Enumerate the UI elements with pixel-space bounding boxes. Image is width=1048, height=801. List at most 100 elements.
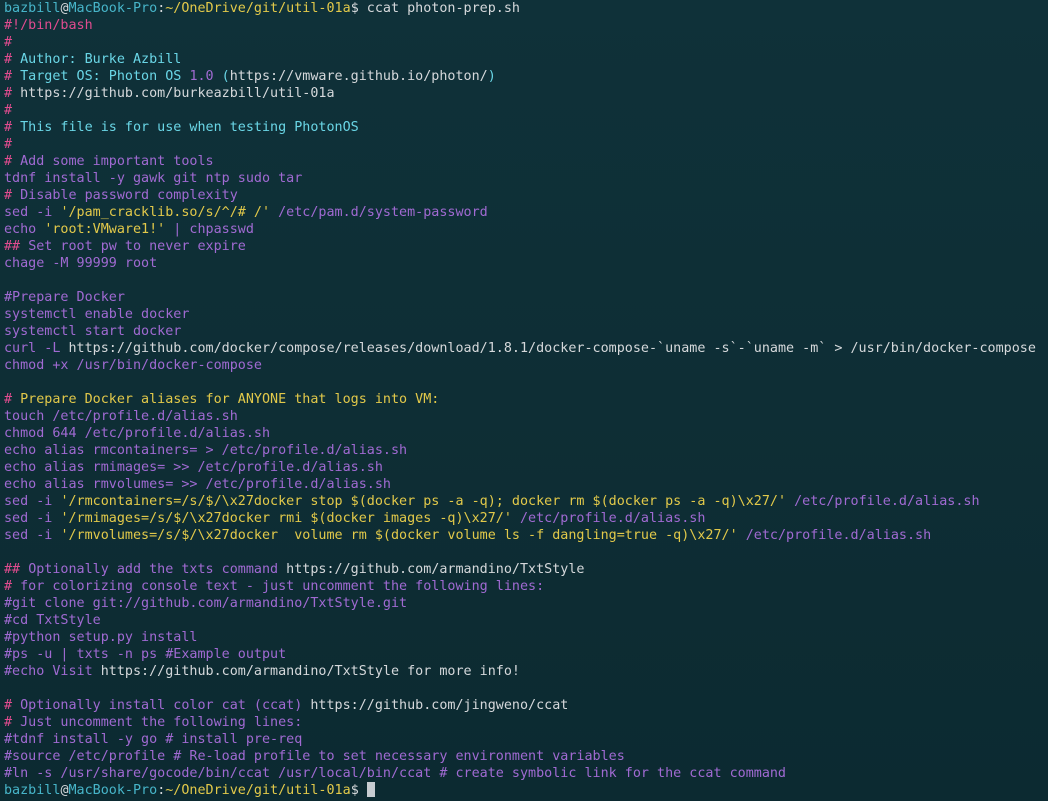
output-line: chage -M 99999 root <box>4 255 1044 272</box>
text-segment: Author: <box>20 52 85 67</box>
text-segment: bazbill <box>4 783 61 798</box>
text-segment: #Prepare Docker <box>4 290 125 305</box>
text-segment: systemctl enable docker <box>4 307 190 322</box>
text-segment: @ <box>60 783 69 798</box>
output-line: #ln -s /usr/share/gocode/bin/ccat /usr/l… <box>4 765 1044 782</box>
output-line: systemctl enable docker <box>4 306 1044 323</box>
text-segment: # <box>4 715 21 730</box>
text-segment: MacBook-Pro <box>68 783 158 798</box>
output-line: chmod 644 /etc/profile.d/alias.sh <box>4 425 1044 442</box>
output-line: #python setup.py install <box>4 629 1044 646</box>
output-line: # Target OS: Photon OS 1.0 (https://vmwa… <box>4 68 1044 85</box>
text-segment: #git clone git://github.com/armandino/Tx… <box>4 596 408 611</box>
text-segment: '/rmvolumes=/s/$/\x27docker volume rm $(… <box>60 528 738 543</box>
output-line: # <box>4 34 1044 51</box>
terminal-window[interactable]: bazbill@MacBook-Pro:~/OneDrive/git/util-… <box>0 0 1048 801</box>
text-segment: # <box>4 154 21 169</box>
text-segment: tdnf install -y gawk git ntp sudo tar <box>4 171 303 186</box>
output-line: echo alias rmimages= >> /etc/profile.d/a… <box>4 459 1044 476</box>
text-segment: Add some important tools <box>20 154 214 169</box>
text-segment: '/pam_cracklib.so/s/^/# /' <box>60 205 271 220</box>
text-segment: '/rmcontainers=/s/$/\x27docker stop $(do… <box>60 494 787 509</box>
text-segment: #python setup.py install <box>4 630 198 645</box>
text-segment: #ps -u | txts -n ps #Example output <box>4 647 287 662</box>
text-segment: Burke Azbill <box>84 52 182 67</box>
output-line: sed -i '/pam_cracklib.so/s/^/# /' /etc/p… <box>4 204 1044 221</box>
output-line: echo 'root:VMware1!' | chpasswd <box>4 221 1044 238</box>
text-segment: # <box>4 35 13 50</box>
output-line: #!/bin/bash <box>4 17 1044 34</box>
text-segment: 'root:VMware1!' <box>44 222 166 237</box>
output-line: # Optionally install color cat (ccat) ht… <box>4 697 1044 714</box>
output-line: curl -L https://github.com/docker/compos… <box>4 340 1044 357</box>
output-line: touch /etc/profile.d/alias.sh <box>4 408 1044 425</box>
text-segment: ## <box>4 562 29 577</box>
output-line: # <box>4 136 1044 153</box>
text-segment: sed -i <box>4 511 61 526</box>
text-segment: | chpasswd <box>165 222 254 237</box>
text-segment: https://github.com/armandino/TxtStyle fo… <box>100 664 520 679</box>
text-segment: curl -L <box>4 341 69 356</box>
cursor-block[interactable] <box>366 782 375 797</box>
text-segment: '/rmimages=/s/$/\x27docker rmi $(docker … <box>60 511 512 526</box>
text-segment: https://github.com/armandino/TxtStyle <box>286 562 585 577</box>
text-segment: chage -M 99999 root <box>4 256 158 271</box>
text-segment: /etc/profile.d/alias.sh <box>786 494 980 509</box>
text-segment: Disable password complexity <box>20 188 238 203</box>
text-segment: #echo Visit <box>4 664 101 679</box>
text-segment: Just uncomment the following lines: <box>20 715 303 730</box>
output-line: echo alias rmvolumes= >> /etc/profile.d/… <box>4 476 1044 493</box>
text-segment: $ ccat photon-prep.sh <box>350 1 520 16</box>
text-segment: #ln -s /usr/share/gocode/bin/ccat /usr/l… <box>4 766 786 781</box>
output-line: #Prepare Docker <box>4 289 1044 306</box>
output-line: # https://github.com/burkeazbill/util-01… <box>4 85 1044 102</box>
text-segment: 1.0 <box>189 69 214 84</box>
output-line: #tdnf install -y go # install pre-req <box>4 731 1044 748</box>
output-line: # for colorizing console text - just unc… <box>4 578 1044 595</box>
output-line: systemctl start docker <box>4 323 1044 340</box>
text-segment: /etc/profile.d/alias.sh <box>737 528 932 543</box>
text-segment: Prepare Docker aliases for ANYONE that l… <box>20 392 440 407</box>
text-segment: Optionally install color cat (ccat) <box>20 698 311 713</box>
text-segment: # <box>4 86 21 101</box>
output-line: sed -i '/rmcontainers=/s/$/\x27docker st… <box>4 493 1044 510</box>
text-segment: # <box>4 103 13 118</box>
output-line: # Just uncomment the following lines: <box>4 714 1044 731</box>
output-line: echo alias rmcontainers= > /etc/profile.… <box>4 442 1044 459</box>
text-segment: #tdnf install -y go # install pre-req <box>4 732 303 747</box>
output-line: # This file is for use when testing Phot… <box>4 119 1044 136</box>
text-segment: echo <box>4 222 45 237</box>
text-segment: # <box>4 69 21 84</box>
output-line: #source /etc/profile # Re-load profile t… <box>4 748 1044 765</box>
output-line: # <box>4 102 1044 119</box>
text-segment: # <box>4 137 13 152</box>
text-segment: $ <box>350 783 367 798</box>
text-segment: # <box>4 120 21 135</box>
text-segment: #cd TxtStyle <box>4 613 101 628</box>
text-segment: https://github.com/burkeazbill/util-01a <box>20 86 335 101</box>
text-segment: sed -i <box>4 205 61 220</box>
text-segment: touch /etc/profile.d/alias.sh <box>4 409 238 424</box>
output-line: ## Optionally add the txts command https… <box>4 561 1044 578</box>
text-segment: # <box>4 698 21 713</box>
text-segment: /etc/pam.d/system-password <box>270 205 488 220</box>
text-segment: #source /etc/profile # Re-load profile t… <box>4 749 625 764</box>
output-line: chmod +x /usr/bin/docker-compose <box>4 357 1044 374</box>
output-line: #git clone git://github.com/armandino/Tx… <box>4 595 1044 612</box>
output-line: # Add some important tools <box>4 153 1044 170</box>
text-segment: ) <box>487 69 496 84</box>
prompt-line-command: bazbill@MacBook-Pro:~/OneDrive/git/util-… <box>4 0 1044 17</box>
text-segment: for colorizing console text - just uncom… <box>20 579 545 594</box>
text-segment: /etc/profile.d/alias.sh <box>511 511 706 526</box>
text-segment: systemctl start docker <box>4 324 182 339</box>
text-segment: #!/bin/bash <box>4 18 93 33</box>
text-segment: https://github.com/jingweno/ccat <box>310 698 569 713</box>
output-line: #cd TxtStyle <box>4 612 1044 629</box>
output-line: # Disable password complexity <box>4 187 1044 204</box>
text-segment: # <box>4 188 21 203</box>
text-segment: sed -i <box>4 494 61 509</box>
text-segment: ## <box>4 239 29 254</box>
